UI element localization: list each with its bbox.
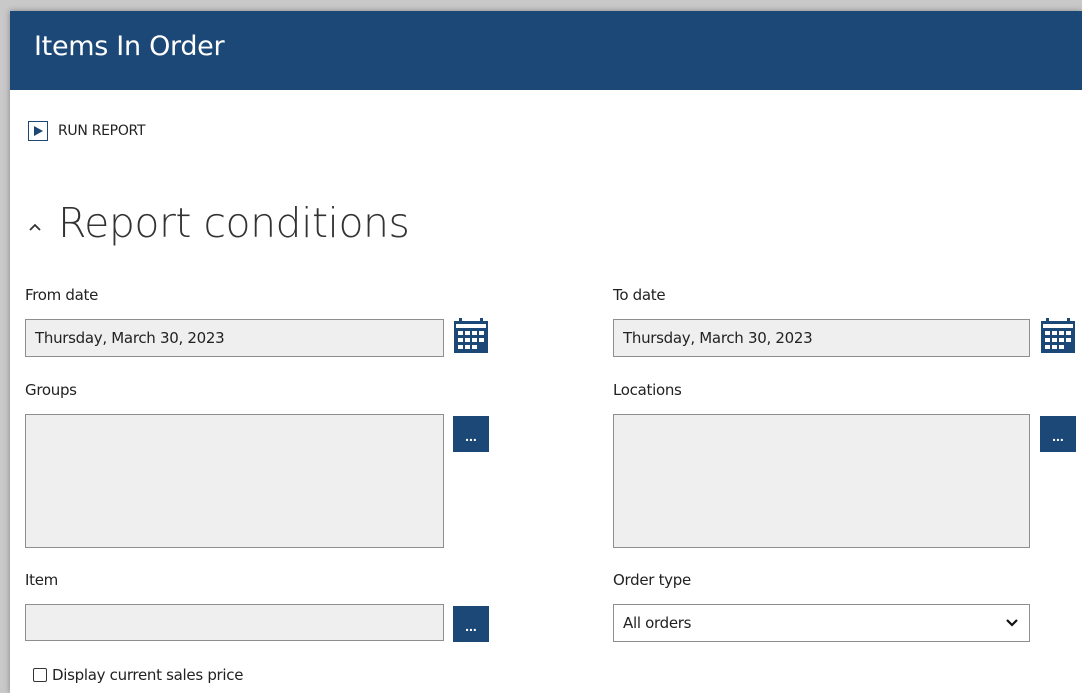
report-conditions-toggle[interactable]: Report conditions: [28, 199, 410, 247]
run-report-button[interactable]: RUN REPORT: [28, 119, 146, 143]
play-icon: [28, 121, 48, 141]
groups-browse-button[interactable]: ...: [453, 416, 489, 452]
display-current-sales-price-option[interactable]: Display current sales price: [33, 666, 243, 684]
to-date-label: To date: [613, 286, 666, 304]
item-browse-button[interactable]: ...: [453, 606, 489, 642]
calendar-icon: [454, 318, 488, 353]
from-date-calendar-button[interactable]: [453, 318, 489, 354]
caret-up-icon: [28, 215, 50, 238]
from-date-input[interactable]: Thursday, March 30, 2023: [25, 319, 444, 357]
order-type-select[interactable]: All orders: [613, 604, 1030, 642]
chevron-down-icon: [1006, 619, 1018, 627]
display-current-sales-price-label: Display current sales price: [52, 666, 244, 684]
locations-list[interactable]: [613, 414, 1030, 548]
groups-label: Groups: [25, 381, 77, 399]
report-window: Items In Order RUN REPORT Report conditi…: [10, 11, 1082, 693]
run-report-label: RUN REPORT: [58, 123, 146, 139]
groups-list[interactable]: [25, 414, 444, 548]
display-current-sales-price-checkbox[interactable]: [33, 668, 47, 682]
item-label: Item: [25, 571, 58, 589]
from-date-label: From date: [25, 286, 99, 304]
title-bar: Items In Order: [10, 11, 1082, 90]
order-type-value: All orders: [623, 614, 692, 632]
from-date-value: Thursday, March 30, 2023: [35, 329, 225, 347]
section-title: Report conditions: [58, 199, 410, 247]
locations-label: Locations: [613, 381, 682, 399]
item-input[interactable]: [25, 604, 444, 641]
to-date-input[interactable]: Thursday, March 30, 2023: [613, 319, 1030, 357]
calendar-icon: [1041, 318, 1075, 353]
to-date-value: Thursday, March 30, 2023: [623, 329, 813, 347]
to-date-calendar-button[interactable]: [1040, 318, 1076, 354]
window-title: Items In Order: [34, 31, 225, 62]
order-type-label: Order type: [613, 571, 691, 589]
locations-browse-button[interactable]: ...: [1040, 416, 1076, 452]
